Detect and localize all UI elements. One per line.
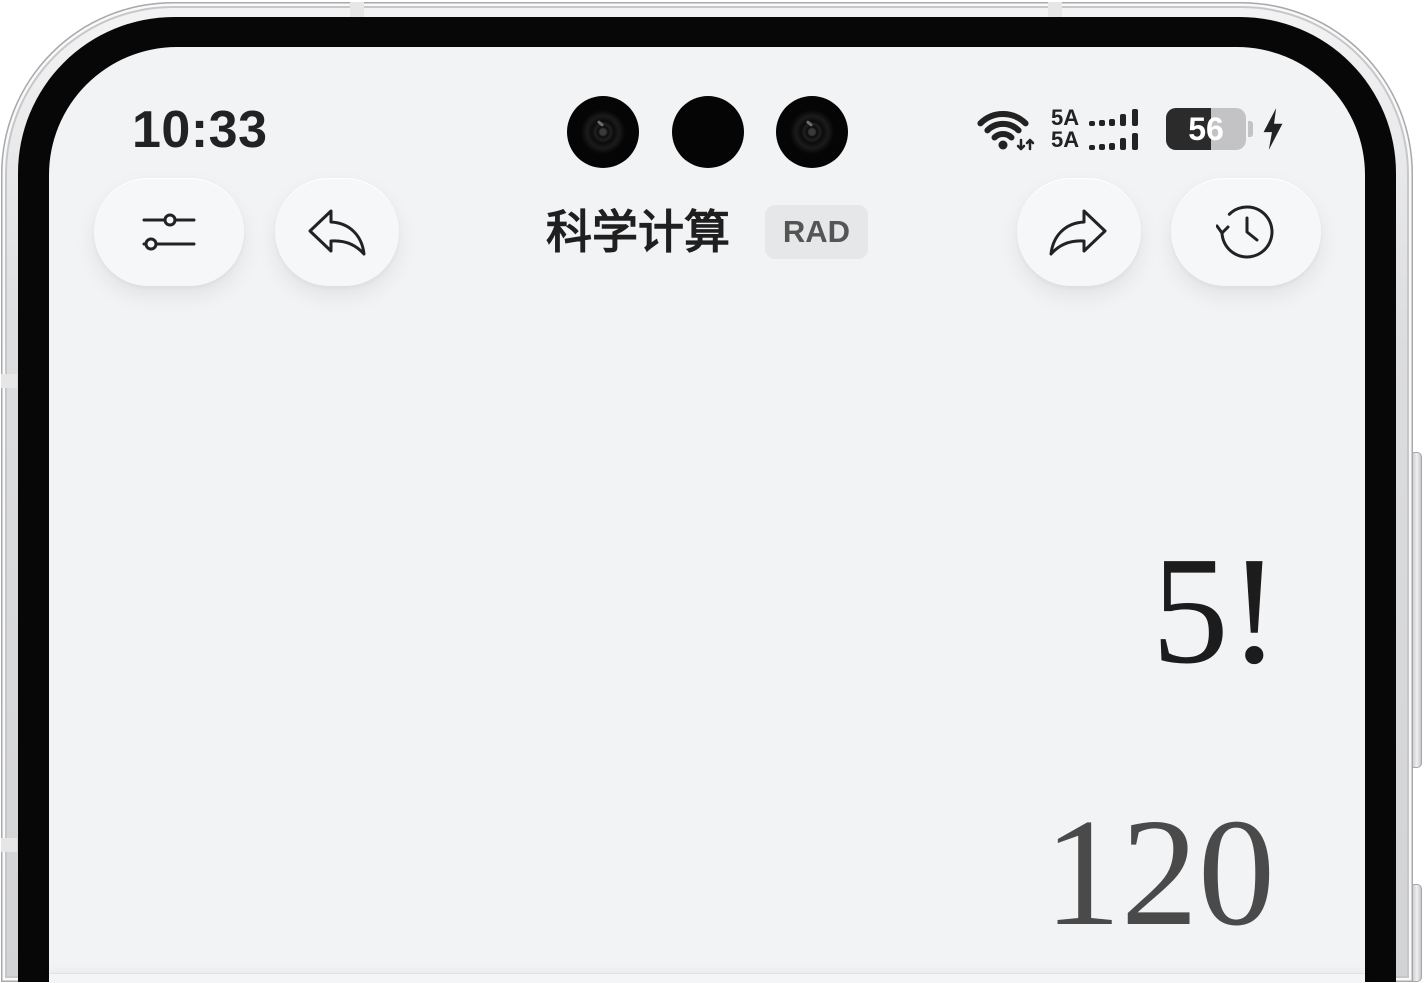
redo-button[interactable] xyxy=(1017,178,1141,286)
angle-mode-badge[interactable]: RAD xyxy=(765,205,868,259)
wifi-icon xyxy=(977,111,1035,151)
antenna-band xyxy=(350,2,364,17)
sim1-label: 5A xyxy=(1051,105,1080,130)
volume-button xyxy=(1412,452,1422,768)
history-icon xyxy=(1216,205,1274,259)
sim2-label: 5A xyxy=(1051,127,1080,152)
settings-button[interactable] xyxy=(94,178,244,286)
camera-sensor xyxy=(672,96,744,168)
signal-bars-icon xyxy=(1089,109,1138,150)
undo-icon xyxy=(308,209,366,256)
camera-lens xyxy=(776,96,848,168)
page-title: 科学计算 xyxy=(546,205,730,259)
redo-icon xyxy=(1049,209,1107,256)
antenna-band xyxy=(1,374,17,388)
expression-display: 5! xyxy=(1151,526,1280,696)
antenna-band xyxy=(1,838,17,852)
sliders-icon xyxy=(142,213,196,251)
power-button xyxy=(1412,884,1422,982)
battery-tip xyxy=(1248,121,1253,137)
undo-button[interactable] xyxy=(275,178,399,286)
charging-bolt-icon xyxy=(1263,108,1283,150)
battery-level: 56 xyxy=(1188,111,1224,147)
camera-lens xyxy=(567,96,639,168)
history-button[interactable] xyxy=(1171,178,1321,286)
antenna-band xyxy=(1048,2,1062,17)
status-time: 10:33 xyxy=(132,101,268,159)
battery-icon: 56 xyxy=(1166,108,1246,150)
result-display: 120 xyxy=(1044,788,1275,958)
